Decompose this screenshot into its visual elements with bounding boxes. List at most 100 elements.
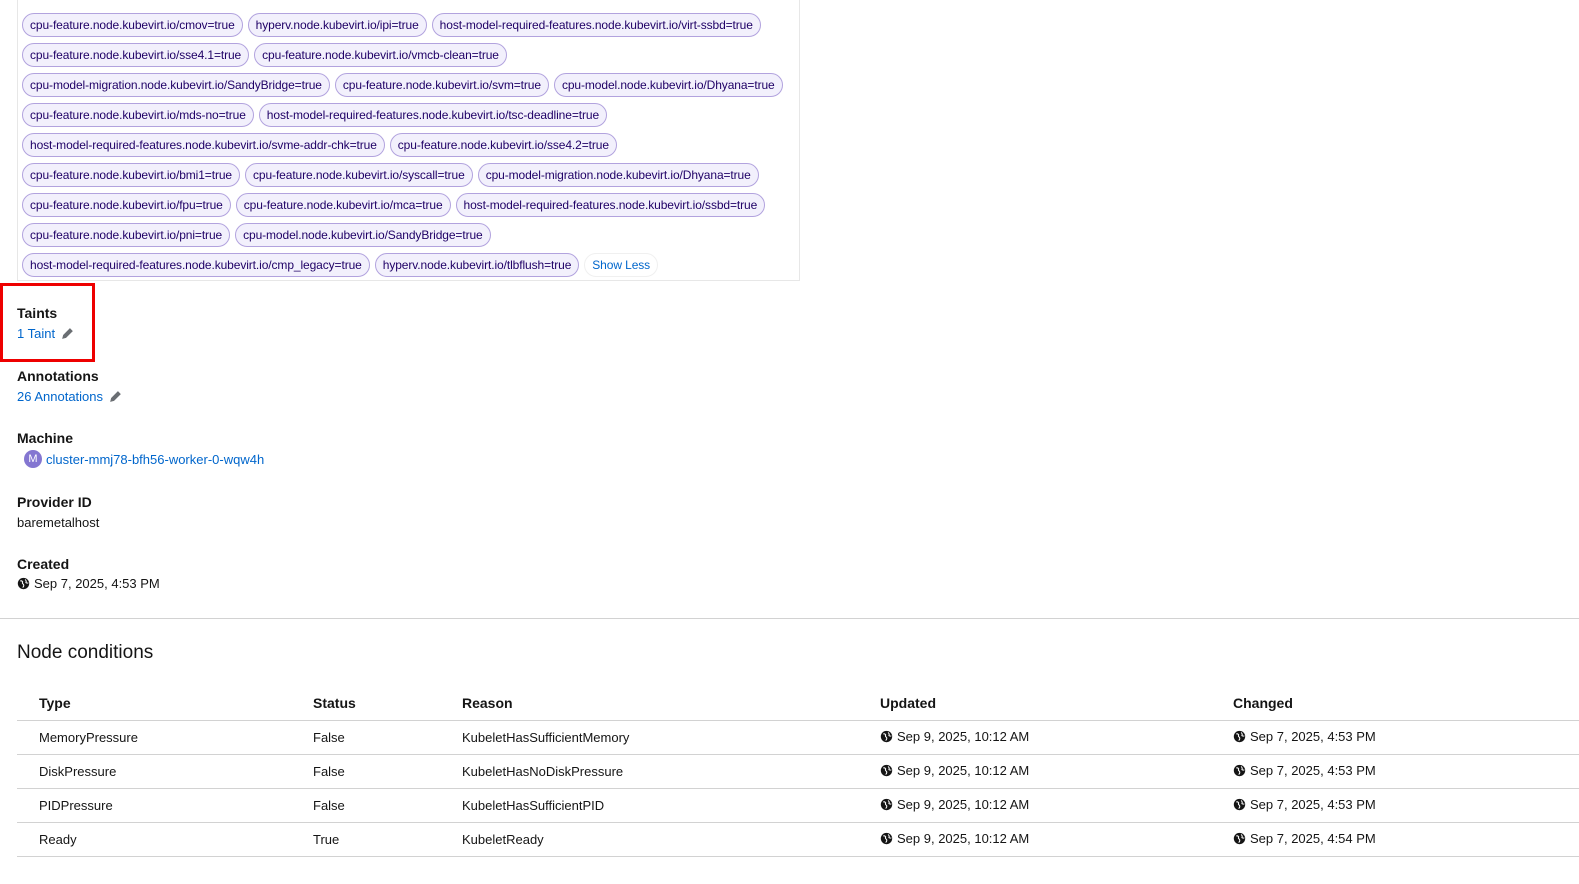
label-chip: cpu-model.node.kubevirt.io/SandyBridge=t… (235, 223, 491, 247)
table-row: Ready True KubeletReady Sep 9, 2025, 10:12 … (17, 822, 1579, 857)
column-header-status: Status (291, 686, 440, 721)
created-title: Created (17, 556, 70, 572)
label-row: host-model-required-features.node.kubevi… (22, 130, 812, 160)
node-conditions-table: Type Status Reason Updated Changed Memor… (17, 686, 1579, 857)
cell-type: MemoryPressure (17, 720, 291, 755)
label-chip: hyperv.node.kubevirt.io/tlbflush=true (374, 253, 580, 277)
cell-reason: KubeletHasNoDiskPressure (440, 754, 858, 789)
label-row-partial (22, 0, 812, 10)
cell-updated: Sep 9, 2025, 10:12 AM (858, 788, 1211, 823)
globe-icon (17, 577, 30, 590)
created-timestamp: Sep 7, 2025, 4:53 PM (17, 576, 160, 591)
machine-link[interactable]: M cluster-mmj78-bfh56-worker-0-wqw4h (17, 450, 264, 468)
cell-reason: KubeletHasSufficientPID (440, 788, 858, 823)
table-row: PIDPressure False KubeletHasSufficientPID S… (17, 788, 1579, 823)
label-chip: cpu-feature.node.kubevirt.io/bmi1=true (22, 163, 240, 187)
changed-value: Sep 7, 2025, 4:53 PM (1250, 763, 1376, 778)
changed-value: Sep 7, 2025, 4:53 PM (1250, 729, 1376, 744)
annotations-link-label: 26 Annotations (17, 389, 104, 404)
labels-chip-group: cpu-feature.node.kubevirt.io/cmov=true hy… (22, 0, 812, 280)
cell-type: PIDPressure (17, 788, 291, 823)
table-row: DiskPressure False KubeletHasNoDiskPressur… (17, 754, 1579, 789)
label-chip: host-model-required-features.node.kubevi… (22, 133, 385, 157)
label-row: host-model-required-features.node.kubevi… (22, 250, 812, 280)
label-row: cpu-feature.node.kubevirt.io/sse4.1=true… (22, 40, 812, 70)
table-header-row: Type Status Reason Updated Changed (17, 686, 1579, 721)
label-chip: cpu-model.node.kubevirt.io/Dhyana=true (553, 73, 783, 97)
label-chip: cpu-feature.node.kubevirt.io/mds-no=true (22, 103, 254, 127)
cell-changed: Sep 7, 2025, 4:53 PM (1211, 720, 1579, 755)
label-chip: host-model-required-features.node.kubevi… (431, 13, 761, 37)
updated-value: Sep 9, 2025, 10:12 AM (897, 831, 1030, 846)
annotations-link[interactable]: 26 Annotations (17, 389, 122, 404)
cell-status: False (291, 788, 440, 823)
pencil-icon[interactable] (61, 327, 74, 340)
cell-updated: Sep 9, 2025, 10:12 AM (858, 720, 1211, 755)
pencil-icon[interactable] (109, 390, 122, 403)
column-header-changed: Changed (1211, 686, 1579, 721)
section-divider (0, 618, 1579, 619)
label-chip: cpu-feature.node.kubevirt.io/sse4.2=true (389, 133, 617, 157)
label-row: cpu-feature.node.kubevirt.io/pni=true cpu… (22, 220, 812, 250)
machine-resource-badge: M (24, 450, 42, 468)
globe-icon (1233, 764, 1246, 777)
globe-icon (880, 832, 893, 845)
updated-value: Sep 9, 2025, 10:12 AM (897, 729, 1030, 744)
label-chip: cpu-feature.node.kubevirt.io/fpu=true (22, 193, 231, 217)
label-chip: hyperv.node.kubevirt.io/ipi=true (247, 13, 427, 37)
updated-value: Sep 9, 2025, 10:12 AM (897, 763, 1030, 778)
taints-highlight-box (0, 283, 95, 362)
label-chip: cpu-feature.node.kubevirt.io/syscall=tru… (245, 163, 473, 187)
cell-type: Ready (17, 822, 291, 857)
label-chip: cpu-feature.node.kubevirt.io/pni=true (22, 223, 231, 247)
provider-id-title: Provider ID (17, 494, 92, 510)
label-chip: cpu-model-migration.node.kubevirt.io/San… (22, 73, 330, 97)
globe-icon (1233, 832, 1246, 845)
column-header-type: Type (17, 686, 291, 721)
table-row: MemoryPressure False KubeletHasSufficientM… (17, 720, 1579, 755)
taints-link-label: 1 Taint (17, 326, 56, 341)
label-chip: cpu-feature.node.kubevirt.io/sse4.1=true (22, 43, 250, 67)
cell-changed: Sep 7, 2025, 4:53 PM (1211, 788, 1579, 823)
changed-value: Sep 7, 2025, 4:54 PM (1250, 831, 1376, 846)
node-conditions-title: Node conditions (17, 642, 154, 663)
show-less-button[interactable]: Show Less (584, 253, 659, 277)
globe-icon (1233, 730, 1246, 743)
label-row: cpu-feature.node.kubevirt.io/mds-no=true… (22, 100, 812, 130)
label-row: cpu-feature.node.kubevirt.io/fpu=true cpu… (22, 190, 812, 220)
label-chip: cpu-feature.node.kubevirt.io/vmcb-clean=… (254, 43, 507, 67)
label-chip: host-model-required-features.node.kubevi… (455, 193, 766, 217)
machine-title: Machine (17, 430, 74, 446)
label-chip: cpu-feature.node.kubevirt.io/cmov=true (22, 13, 243, 37)
taints-link[interactable]: 1 Taint (17, 326, 74, 341)
cell-updated: Sep 9, 2025, 10:12 AM (858, 822, 1211, 857)
cell-changed: Sep 7, 2025, 4:53 PM (1211, 754, 1579, 789)
updated-value: Sep 9, 2025, 10:12 AM (897, 797, 1030, 812)
taints-title: Taints (17, 305, 58, 321)
globe-icon (1233, 798, 1246, 811)
globe-icon (880, 730, 893, 743)
cell-changed: Sep 7, 2025, 4:54 PM (1211, 822, 1579, 857)
cell-updated: Sep 9, 2025, 10:12 AM (858, 754, 1211, 789)
label-row: cpu-model-migration.node.kubevirt.io/San… (22, 70, 812, 100)
changed-value: Sep 7, 2025, 4:53 PM (1250, 797, 1376, 812)
cell-type: DiskPressure (17, 754, 291, 789)
label-chip: host-model-required-features.node.kubevi… (22, 253, 370, 277)
machine-link-label: cluster-mmj78-bfh56-worker-0-wqw4h (46, 451, 265, 467)
created-value: Sep 7, 2025, 4:53 PM (34, 576, 160, 591)
globe-icon (880, 764, 893, 777)
cell-reason: KubeletReady (440, 822, 858, 857)
label-chip: cpu-feature.node.kubevirt.io/mca=true (235, 193, 451, 217)
label-chip: host-model-required-features.node.kubevi… (258, 103, 608, 127)
label-row: cpu-feature.node.kubevirt.io/cmov=true hy… (22, 10, 812, 40)
column-header-reason: Reason (440, 686, 858, 721)
globe-icon (880, 798, 893, 811)
label-chip: cpu-model-migration.node.kubevirt.io/Dhy… (477, 163, 759, 187)
cell-reason: KubeletHasSufficientMemory (440, 720, 858, 755)
label-chip: cpu-feature.node.kubevirt.io/svm=true (334, 73, 549, 97)
cell-status: False (291, 754, 440, 789)
annotations-title: Annotations (17, 368, 99, 384)
cell-status: True (291, 822, 440, 857)
provider-id-value: baremetalhost (17, 515, 100, 530)
cell-status: False (291, 720, 440, 755)
